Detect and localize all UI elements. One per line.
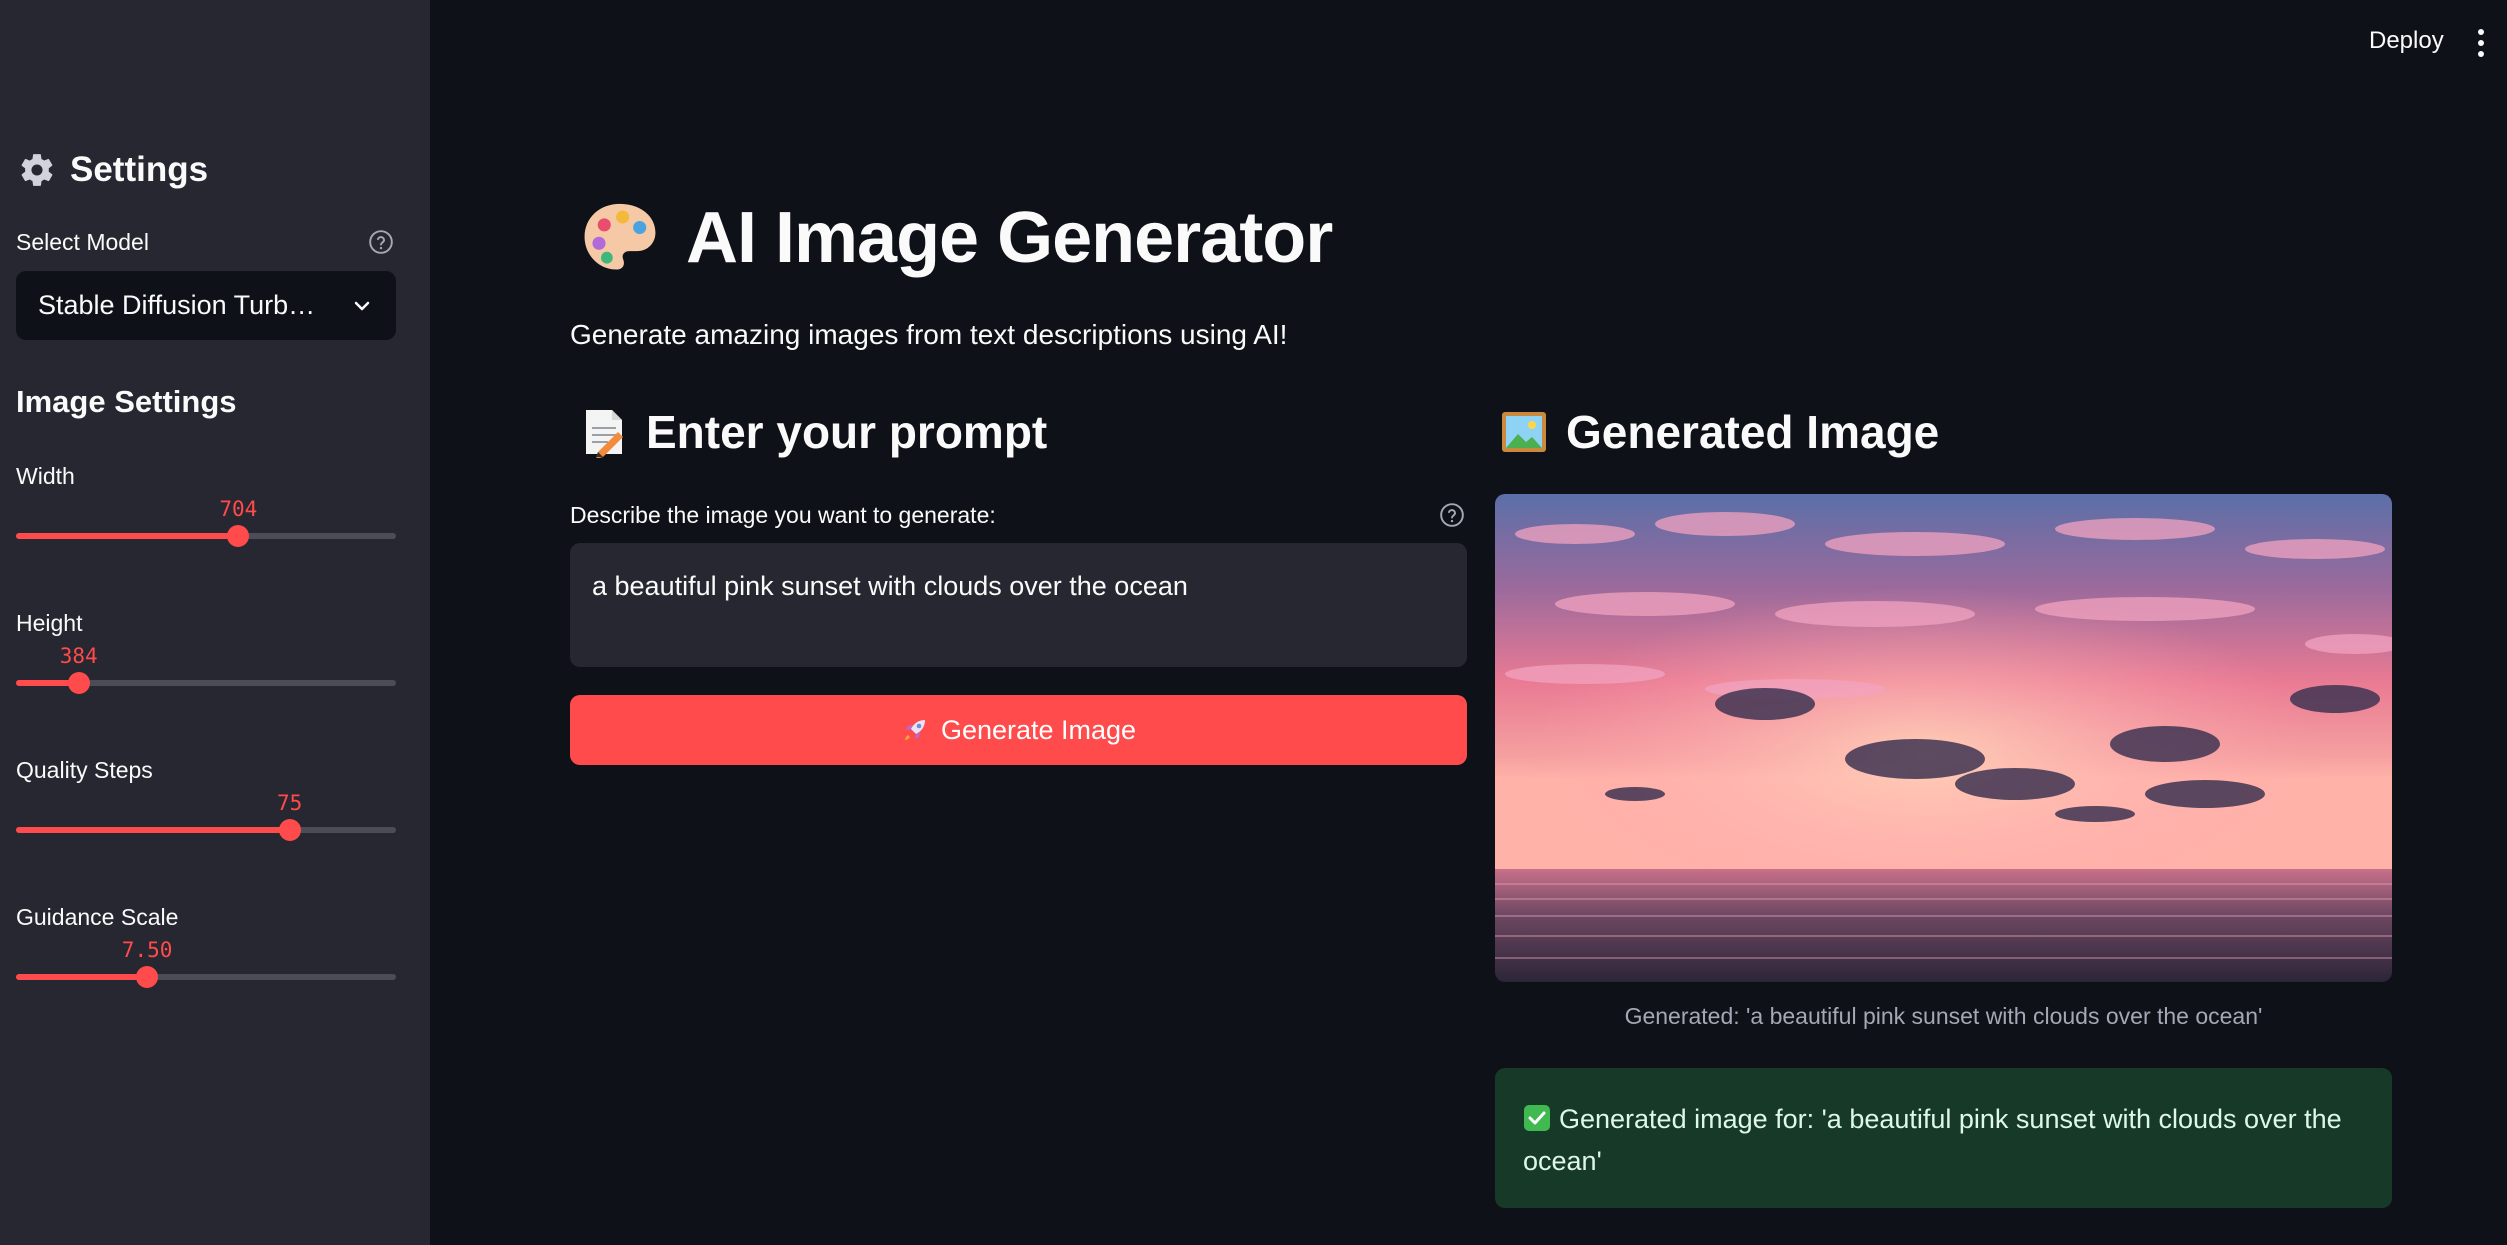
image-caption: Generated: 'a beautiful pink sunset with… — [1624, 1003, 2263, 1029]
width-slider[interactable]: 704 — [16, 497, 396, 557]
chevron-down-icon — [354, 301, 370, 310]
palette-icon — [584, 203, 656, 270]
prompt-heading: Enter your prompt — [580, 405, 1047, 459]
model-select[interactable]: Stable Diffusion Turb… — [16, 271, 396, 340]
page-title: AI Image Generator — [578, 196, 1333, 280]
image-settings-heading: Image Settings — [16, 384, 237, 419]
prompt-textarea[interactable]: a beautiful pink sunset with clouds over… — [570, 543, 1467, 667]
page-subtitle: Generate amazing images from text descri… — [570, 319, 1288, 350]
memo-icon — [586, 410, 623, 458]
generated-image-heading: Generated Image — [1500, 405, 1939, 459]
success-alert: Generated image for: 'a beautiful pink s… — [1495, 1068, 2392, 1208]
sidebar: Settings Select Model Stable Diffusion T… — [0, 0, 430, 1245]
generate-image-button-label: Generate Image — [940, 714, 1137, 745]
height-slider[interactable]: 384 — [16, 644, 396, 704]
height-label: Height — [16, 610, 83, 636]
slider-fill — [16, 827, 290, 833]
gear-icon — [21, 154, 53, 186]
deploy-button[interactable]: Deploy — [2369, 27, 2444, 55]
guidance-scale-slider[interactable]: 7.50 — [16, 938, 396, 998]
slider-fill — [16, 533, 239, 539]
quality-steps-slider[interactable]: 75 — [16, 791, 396, 851]
prompt-heading-text: Enter your prompt — [646, 406, 1048, 458]
generated-image-heading-text: Generated Image — [1566, 406, 1940, 458]
slider-value: 704 — [219, 497, 258, 521]
slider-thumb[interactable] — [67, 672, 90, 694]
sidebar-header: Settings — [18, 150, 208, 190]
slider-thumb[interactable] — [278, 819, 301, 841]
prompt-label: Describe the image you want to generate: — [570, 502, 996, 528]
more-menu-icon[interactable] — [2476, 28, 2486, 58]
slider-value: 7.50 — [121, 938, 173, 962]
generated-image — [1495, 494, 2392, 982]
slider-fill — [16, 974, 148, 980]
success-message: Generated image for: 'a beautiful pink s… — [1523, 1104, 2342, 1176]
rocket-icon — [904, 720, 925, 740]
framed-picture-icon — [1502, 412, 1546, 452]
model-select-value: Stable Diffusion Turb… — [38, 290, 316, 320]
check-mark-icon — [1524, 1105, 1550, 1131]
sidebar-title: Settings — [70, 150, 209, 189]
help-icon[interactable] — [368, 229, 394, 255]
slider-value: 75 — [276, 791, 303, 815]
quality-steps-label: Quality Steps — [16, 757, 153, 783]
select-model-label: Select Model — [16, 229, 149, 255]
slider-thumb[interactable] — [227, 525, 250, 547]
width-label: Width — [16, 463, 75, 489]
generate-image-button[interactable]: Generate Image — [570, 695, 1467, 765]
page-title-text: AI Image Generator — [686, 198, 1333, 278]
slider-value: 384 — [59, 644, 98, 668]
help-icon[interactable] — [1439, 502, 1465, 528]
slider-thumb[interactable] — [136, 966, 159, 988]
guidance-scale-label: Guidance Scale — [16, 904, 179, 930]
